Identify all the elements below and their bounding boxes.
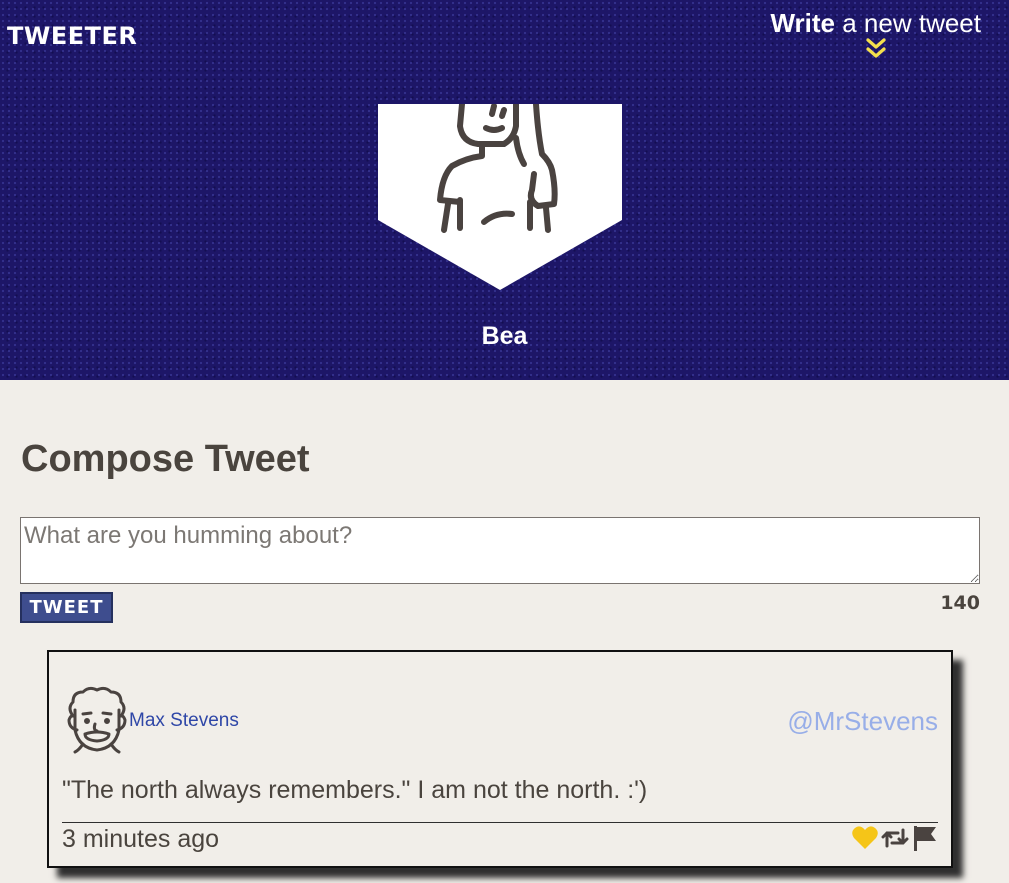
profile-header: TWEETER Write a new tweet Bea: [0, 0, 1009, 380]
compose-title: Compose Tweet: [21, 438, 310, 480]
tweet-text: "The north always remembers." I am not t…: [62, 776, 648, 804]
tweet-timestamp: 3 minutes ago: [62, 825, 220, 853]
write-new-tweet-label[interactable]: Write a new tweet: [770, 8, 981, 39]
char-counter: 140: [940, 592, 980, 614]
brand-logo[interactable]: TWEETER: [7, 22, 137, 50]
flag-icon[interactable]: [911, 824, 939, 852]
profile-name: Bea: [481, 322, 528, 350]
chevron-double-down-icon[interactable]: [863, 37, 889, 63]
tweet-submit-button[interactable]: TWEET: [20, 592, 113, 623]
tweet-actions: [851, 824, 939, 852]
write-new-tweet-label-rest: a new tweet: [835, 8, 981, 38]
write-new-tweet-label-strong: Write: [770, 8, 836, 38]
heart-icon[interactable]: [851, 824, 879, 852]
tweet-textarea[interactable]: [20, 517, 980, 584]
retweet-icon[interactable]: [881, 824, 909, 852]
tweet-author-handle[interactable]: @MrStevens: [787, 706, 938, 737]
write-new-tweet-toggle[interactable]: Write a new tweet: [770, 8, 981, 63]
tweet-divider: [62, 822, 938, 823]
tweet-author-name[interactable]: Max Stevens: [129, 710, 239, 732]
person-avatar-icon: [378, 104, 622, 290]
man-avatar-icon: [67, 686, 127, 754]
tweet-card: Max Stevens @MrStevens "The north always…: [47, 650, 953, 868]
